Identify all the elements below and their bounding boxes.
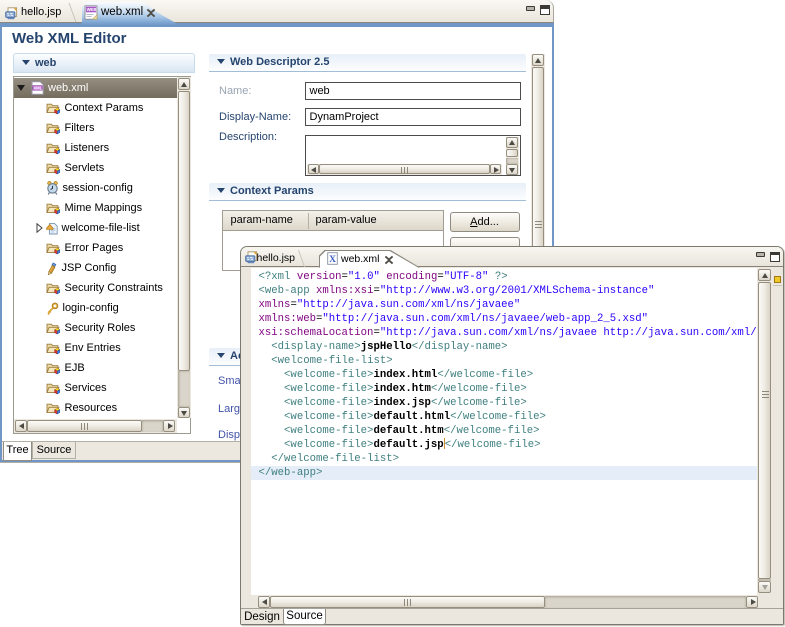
svg-text:X: X	[329, 255, 336, 265]
svg-text:WEB: WEB	[87, 7, 97, 12]
svg-text:XML: XML	[33, 85, 42, 90]
